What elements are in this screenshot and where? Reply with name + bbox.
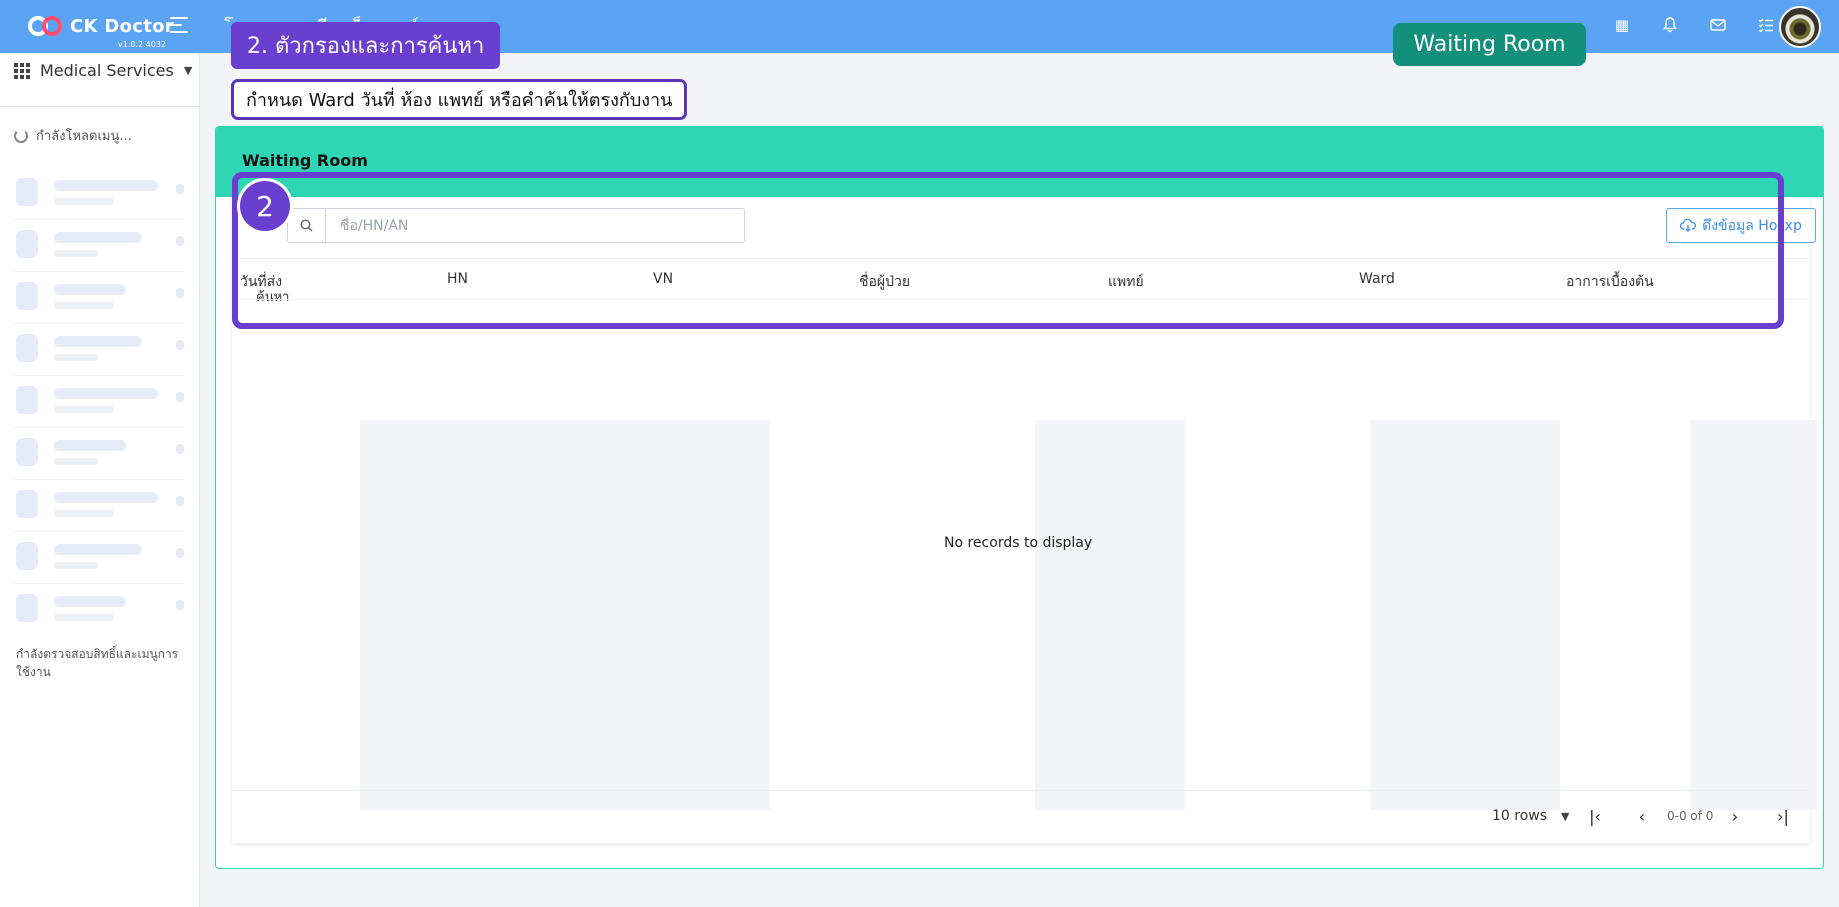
hospital-title: โรงพยาบาลจีนแอ็ดวานซ์ (224, 12, 419, 22)
first-page-icon[interactable]: |‹ (1583, 806, 1607, 826)
loading-placeholder (1690, 420, 1818, 810)
prev-page-icon[interactable]: ‹ (1630, 806, 1654, 826)
next-page-icon[interactable]: › (1723, 806, 1747, 826)
apps-grid-icon[interactable]: ▦ (1611, 14, 1633, 36)
step-title-tag: 2. ตัวกรองและการค้นหา (231, 22, 501, 69)
card-title: Waiting Room (242, 151, 368, 170)
skeleton-row (14, 532, 184, 584)
caret-down-icon: ▼ (1561, 809, 1570, 823)
medical-services-label: Medical Services (40, 61, 174, 80)
brand-name: CK Doctor (70, 15, 174, 37)
skeleton-row (14, 376, 184, 428)
spinner-icon (14, 128, 28, 143)
filter-highlight-frame (232, 172, 1784, 329)
mail-icon[interactable] (1707, 14, 1729, 36)
pagination-info: 0-0 of 0 (1667, 809, 1714, 823)
last-page-icon[interactable]: ›| (1771, 806, 1795, 826)
permission-check-text: กำลังตรวจสอบสิทธิ์และเมนูการใช้งาน (16, 647, 179, 679)
empty-table-message: No records to display (944, 535, 1093, 551)
skeleton-row (14, 220, 184, 272)
skeleton-row (14, 428, 184, 480)
medical-services-dropdown[interactable]: Medical Services ▼ (14, 61, 192, 80)
checklist-icon[interactable] (1755, 14, 1777, 36)
rows-per-page-select[interactable]: 10 rows ▼ (1492, 808, 1570, 824)
skeleton-row (14, 168, 184, 220)
caret-down-icon: ▼ (183, 64, 193, 77)
menu-skeleton-list (14, 168, 184, 636)
bell-icon[interactable] (1659, 14, 1681, 36)
page-name-tag: Waiting Room (1393, 23, 1586, 66)
sidebar: Medical Services ▼ กำลังโหลดเมนู... กำลั… (0, 53, 200, 907)
step-number-badge: 2 (240, 181, 290, 231)
skeleton-row (14, 272, 184, 324)
menu-toggle-icon[interactable] (170, 17, 192, 35)
loading-placeholder (1370, 420, 1560, 810)
top-icons: ▦ (1611, 14, 1777, 36)
loading-placeholder (1035, 420, 1185, 810)
grid-icon (14, 62, 30, 79)
skeleton-row (14, 324, 184, 376)
menu-loading-text: กำลังโหลดเมนู... (36, 129, 132, 144)
app-version: v1.0.2.4032 (118, 40, 166, 49)
step-description-tag: กำหนด Ward วันที่ ห้อง แพทย์ หรือคำค้นให… (231, 79, 688, 120)
rows-per-page-label: 10 rows (1492, 808, 1548, 824)
pagination-bar (231, 790, 1809, 842)
logo-rings-icon (28, 12, 64, 40)
skeleton-row (14, 480, 184, 532)
menu-loading: กำลังโหลดเมนู... (14, 125, 132, 146)
user-avatar[interactable] (1779, 6, 1821, 48)
loading-placeholder (360, 420, 770, 810)
sidebar-divider (0, 106, 200, 107)
skeleton-row (14, 584, 184, 636)
brand-logo[interactable]: CK Doctor (28, 12, 174, 40)
